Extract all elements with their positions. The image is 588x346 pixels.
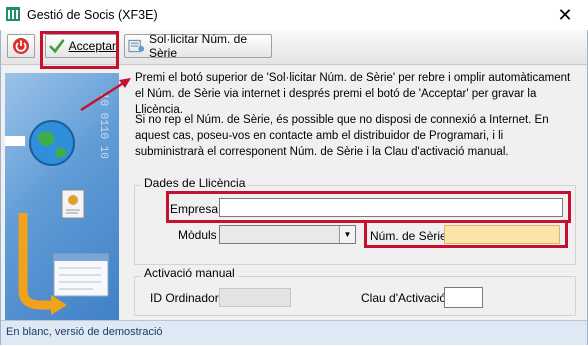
- computer-id-label: ID Ordinador: [150, 291, 219, 305]
- dialog-body: Acceptar Sol·licitar Núm. de Sèrie 10 01…: [0, 30, 588, 345]
- window-title: Gestió de Socis (XF3E): [27, 8, 158, 22]
- activation-key-input[interactable]: [444, 287, 483, 308]
- globe-icon: [29, 120, 75, 166]
- activation-group-label: Activació manual: [141, 266, 238, 280]
- chevron-down-icon[interactable]: ▼: [339, 226, 355, 243]
- serial-highlight: [364, 220, 568, 248]
- close-icon[interactable]: ✕: [542, 0, 588, 30]
- activation-key-label: Clau d'Activació: [361, 291, 446, 305]
- request-serial-icon: [128, 39, 145, 53]
- status-text: En blanc, versió de demostració: [6, 326, 163, 338]
- side-tab: [5, 136, 25, 146]
- computer-id-field: [219, 288, 291, 307]
- info-paragraph-2: Si no rep el Núm. de Sèrie, és possible …: [135, 114, 549, 158]
- power-icon: [13, 38, 29, 54]
- modules-select[interactable]: ▼: [219, 225, 356, 244]
- pointer-arrow: [80, 78, 131, 112]
- modules-label: Mòduls: [178, 228, 217, 242]
- request-serial-button[interactable]: Sol·licitar Núm. de Sèrie: [124, 32, 272, 60]
- info-paragraph-1: Premi el botó superior de 'Sol·licitar N…: [135, 72, 571, 116]
- app-icon: [6, 7, 20, 21]
- request-serial-label: Sol·licitar Núm. de Sèrie: [148, 32, 248, 60]
- license-group-label: Dades de Llicència: [141, 176, 249, 190]
- status-bar: En blanc, versió de demostració: [1, 320, 587, 345]
- accept-highlight: [40, 31, 119, 69]
- company-highlight: [166, 191, 571, 223]
- form-document-icon: [53, 253, 109, 297]
- exit-button[interactable]: [7, 34, 35, 58]
- title-bar: Gestió de Socis (XF3E) ✕: [0, 0, 588, 30]
